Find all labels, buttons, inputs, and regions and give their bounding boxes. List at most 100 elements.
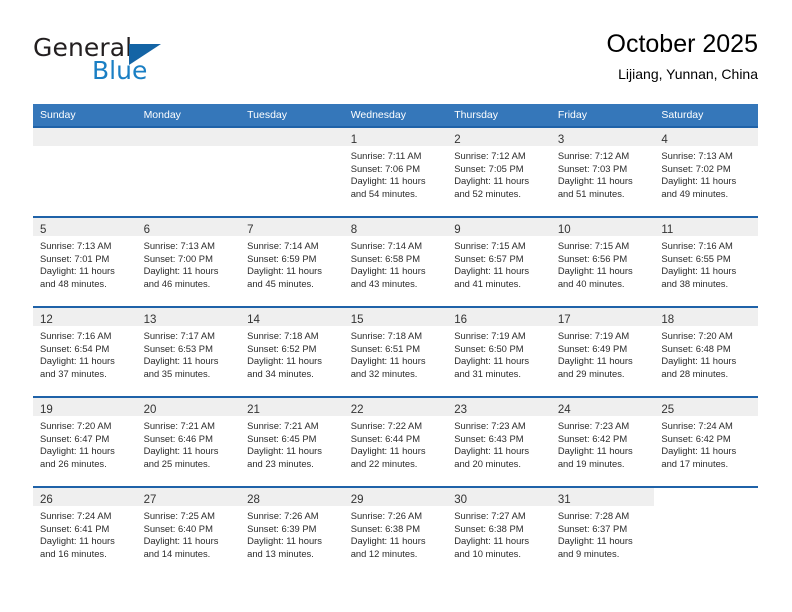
day-box: 29 Sunrise: 7:26 AM Sunset: 6:38 PM Dayligh… [343, 488, 448, 576]
calendar-cell-day[interactable]: 21 Sunrise: 7:21 AM Sunset: 6:45 PM Dayligh… [240, 396, 344, 487]
calendar-cell-day[interactable]: 30 Sunrise: 7:27 AM Sunset: 6:38 PM Dayligh… [447, 486, 551, 576]
day-info: Sunrise: 7:20 AM Sunset: 6:47 PM Daylight:… [33, 416, 137, 470]
sunset-text: Sunset: 6:41 PM [40, 522, 110, 534]
day-number-band: 17 [550, 308, 655, 326]
calendar-cell-day[interactable]: 18 Sunrise: 7:20 AM Sunset: 6:48 PM Dayligh… [654, 306, 758, 397]
calendar-cell-day[interactable]: 20 Sunrise: 7:21 AM Sunset: 6:46 PM Dayligh… [136, 396, 241, 487]
calendar-cell-day[interactable]: 5 Sunrise: 7:13 AM Sunset: 7:01 PM Daylight… [33, 216, 137, 307]
calendar-cell-day[interactable]: 22 Sunrise: 7:22 AM Sunset: 6:44 PM Dayligh… [343, 396, 448, 487]
calendar-cell-day[interactable]: 10 Sunrise: 7:15 AM Sunset: 6:56 PM Dayligh… [550, 216, 655, 307]
day-box: 27 Sunrise: 7:25 AM Sunset: 6:40 PM Dayligh… [136, 488, 241, 576]
calendar-cell-empty [33, 126, 137, 217]
daylight-text-line2: and 22 minutes. [350, 457, 418, 469]
day-info: Sunrise: 7:20 AM Sunset: 6:48 PM Daylight:… [654, 326, 758, 380]
calendar-cell-day[interactable]: 29 Sunrise: 7:26 AM Sunset: 6:38 PM Dayligh… [343, 486, 448, 576]
calendar-cell-day[interactable]: 7 Sunrise: 7:14 AM Sunset: 6:59 PM Daylight… [240, 216, 344, 307]
day-info: Sunrise: 7:12 AM Sunset: 7:05 PM Daylight:… [447, 146, 551, 200]
day-box: 24 Sunrise: 7:23 AM Sunset: 6:42 PM Dayligh… [550, 398, 655, 486]
daylight-text-line1: Daylight: 11 hours [143, 445, 219, 457]
day-number-band: 25 [654, 398, 758, 416]
calendar-cell-day[interactable]: 25 Sunrise: 7:24 AM Sunset: 6:42 PM Dayligh… [654, 396, 758, 487]
day-number: 19 [40, 404, 53, 416]
calendar-week-row: 26 Sunrise: 7:24 AM Sunset: 6:41 PM Dayligh… [33, 486, 758, 576]
day-number-band: 5 [33, 218, 137, 236]
calendar-cell-day[interactable]: 17 Sunrise: 7:19 AM Sunset: 6:49 PM Dayligh… [550, 306, 655, 397]
calendar-cell-day[interactable]: 9 Sunrise: 7:15 AM Sunset: 6:57 PM Daylight… [447, 216, 551, 307]
day-number-band: 15 [343, 308, 448, 326]
day-info: Sunrise: 7:16 AM Sunset: 6:55 PM Daylight:… [654, 236, 758, 290]
sunrise-text: Sunrise: 7:23 AM [454, 420, 526, 431]
daylight-text-line1: Daylight: 11 hours [247, 265, 322, 277]
daylight-text-line1: Daylight: 11 hours [454, 355, 530, 367]
daylight-text-line1: Daylight: 11 hours [40, 445, 115, 457]
calendar-cell-day[interactable]: 24 Sunrise: 7:23 AM Sunset: 6:42 PM Dayligh… [550, 396, 655, 487]
calendar-cell-day[interactable]: 1 Sunrise: 7:11 AM Sunset: 7:06 PM Daylight… [343, 126, 448, 217]
day-number: 25 [661, 404, 675, 416]
daylight-text-line2: and 37 minutes. [40, 367, 107, 379]
day-number: 11 [661, 224, 674, 236]
sunrise-text: Sunrise: 7:23 AM [557, 420, 630, 431]
day-info: Sunrise: 7:18 AM Sunset: 6:52 PM Daylight:… [240, 326, 344, 380]
calendar-cell-day[interactable]: 6 Sunrise: 7:13 AM Sunset: 7:00 PM Daylight… [136, 216, 241, 307]
daylight-text-line2: and 9 minutes. [557, 547, 620, 559]
calendar-cell-day[interactable]: 11 Sunrise: 7:16 AM Sunset: 6:55 PM Dayligh… [654, 216, 758, 307]
day-box: 15 Sunrise: 7:18 AM Sunset: 6:51 PM Dayligh… [343, 308, 448, 396]
calendar-cell-day[interactable]: 26 Sunrise: 7:24 AM Sunset: 6:41 PM Dayligh… [33, 486, 137, 576]
calendar-week-row: 1 Sunrise: 7:11 AM Sunset: 7:06 PM Daylight… [33, 126, 758, 217]
sunrise-text: Sunrise: 7:17 AM [143, 330, 215, 341]
daylight-text-line2: and 40 minutes. [557, 277, 625, 289]
day-number: 4 [661, 134, 668, 146]
day-number-band: 13 [136, 308, 241, 326]
calendar-cell-day[interactable]: 8 Sunrise: 7:14 AM Sunset: 6:58 PM Daylight… [343, 216, 448, 307]
calendar-cell-day[interactable]: 12 Sunrise: 7:16 AM Sunset: 6:54 PM Dayligh… [33, 306, 137, 397]
day-number: 21 [247, 404, 260, 416]
calendar-week-row: 5 Sunrise: 7:13 AM Sunset: 7:01 PM Daylight… [33, 216, 758, 307]
daylight-text-line2: and 12 minutes. [350, 547, 418, 559]
calendar-cell-day[interactable]: 28 Sunrise: 7:26 AM Sunset: 6:39 PM Dayligh… [240, 486, 344, 576]
daylight-text-line1: Daylight: 11 hours [661, 265, 737, 277]
day-box: 11 Sunrise: 7:16 AM Sunset: 6:55 PM Dayligh… [654, 218, 758, 306]
calendar-cell-day[interactable]: 19 Sunrise: 7:20 AM Sunset: 6:47 PM Dayligh… [33, 396, 137, 487]
day-box: 17 Sunrise: 7:19 AM Sunset: 6:49 PM Dayligh… [550, 308, 655, 396]
day-info: Sunrise: 7:17 AM Sunset: 6:53 PM Daylight:… [137, 326, 241, 380]
daylight-text-line1: Daylight: 11 hours [40, 265, 115, 277]
day-number-band: 23 [447, 398, 551, 416]
sunrise-text: Sunrise: 7:14 AM [350, 240, 423, 251]
sunrise-text: Sunrise: 7:25 AM [143, 510, 215, 521]
calendar-cell-day[interactable]: 3 Sunrise: 7:12 AM Sunset: 7:03 PM Daylight… [550, 126, 655, 217]
calendar-cell-day[interactable]: 14 Sunrise: 7:18 AM Sunset: 6:52 PM Dayligh… [240, 306, 344, 397]
calendar-cell-day[interactable]: 31 Sunrise: 7:28 AM Sunset: 6:37 PM Dayligh… [550, 486, 655, 576]
brand-logo[interactable]: General Blue [33, 34, 213, 90]
day-info: Sunrise: 7:21 AM Sunset: 6:46 PM Daylight:… [137, 416, 241, 470]
day-number-band: 27 [136, 488, 241, 506]
sunset-text: Sunset: 6:54 PM [40, 342, 110, 354]
calendar-cell-day[interactable]: 16 Sunrise: 7:19 AM Sunset: 6:50 PM Dayligh… [447, 306, 551, 397]
daylight-text-line2: and 28 minutes. [661, 367, 729, 379]
day-number-band: 24 [550, 398, 655, 416]
day-number: 17 [557, 314, 571, 326]
calendar-cell-day[interactable]: 15 Sunrise: 7:18 AM Sunset: 6:51 PM Dayligh… [343, 306, 448, 397]
calendar-cell-day[interactable]: 27 Sunrise: 7:25 AM Sunset: 6:40 PM Dayligh… [136, 486, 241, 576]
day-number-band: 21 [240, 398, 344, 416]
day-number-band: 3 [550, 128, 655, 146]
day-info: Sunrise: 7:13 AM Sunset: 7:01 PM Daylight:… [33, 236, 137, 290]
calendar-cell-day[interactable]: 23 Sunrise: 7:23 AM Sunset: 6:43 PM Dayligh… [447, 396, 551, 487]
sunset-text: Sunset: 6:59 PM [247, 252, 317, 264]
calendar-cell-day[interactable]: 4 Sunrise: 7:13 AM Sunset: 7:02 PM Daylight… [654, 126, 758, 217]
day-info: Sunrise: 7:13 AM Sunset: 7:00 PM Daylight:… [137, 236, 241, 290]
sunset-text: Sunset: 7:05 PM [454, 162, 524, 174]
sunrise-text: Sunrise: 7:21 AM [247, 420, 319, 431]
sunset-text: Sunset: 7:03 PM [557, 162, 628, 174]
title-block: October 2025 Lijiang, Yunnan, China [607, 28, 759, 85]
daylight-text-line2: and 20 minutes. [454, 457, 521, 469]
day-number-band: 29 [343, 488, 448, 506]
day-info: Sunrise: 7:12 AM Sunset: 7:03 PM Daylight:… [551, 146, 655, 200]
day-info: Sunrise: 7:23 AM Sunset: 6:42 PM Daylight:… [551, 416, 655, 470]
day-info: Sunrise: 7:26 AM Sunset: 6:38 PM Daylight:… [344, 506, 448, 560]
day-number-band: 6 [136, 218, 241, 236]
day-number-band: 11 [654, 218, 758, 236]
daylight-text-line1: Daylight: 11 hours [350, 355, 426, 367]
calendar-cell-day[interactable]: 2 Sunrise: 7:12 AM Sunset: 7:05 PM Daylight… [447, 126, 551, 217]
calendar-cell-day[interactable]: 13 Sunrise: 7:17 AM Sunset: 6:53 PM Dayligh… [136, 306, 241, 397]
daylight-text-line1: Daylight: 11 hours [557, 445, 633, 457]
